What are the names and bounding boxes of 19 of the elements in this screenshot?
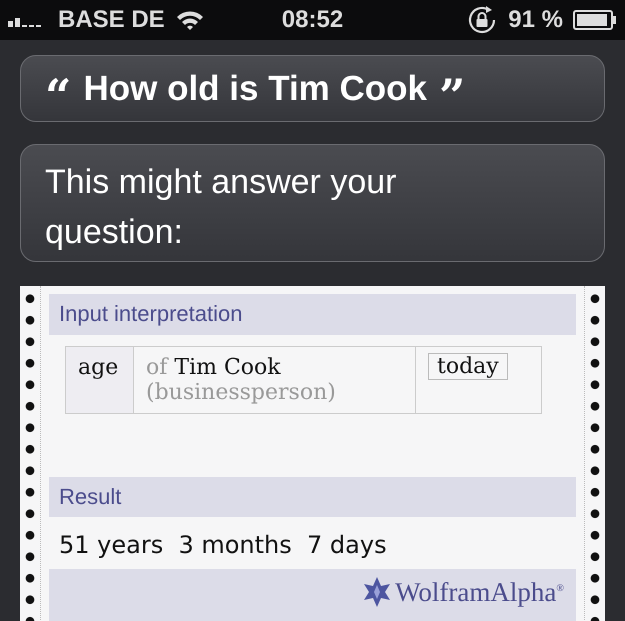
battery-percent: 91 % [508,6,563,34]
section-title: Input interpretation [59,301,242,328]
query-text: How old is Tim Cook [83,68,428,108]
cell-name: Tim Cook [174,354,281,380]
battery-icon [572,10,617,30]
date-tag: today [428,352,508,380]
carrier-name: BASE DE [58,6,165,34]
cell-prefix: of [146,354,168,380]
section-title: Result [59,484,122,510]
open-quote: “ [45,72,72,118]
table-cell: age [78,354,118,380]
wifi-icon [174,9,205,31]
close-quote: ” [439,72,466,118]
result-text: 51 years 3 months 7 days [59,531,388,559]
clock-time: 08:52 [282,6,344,34]
cell-note: (businessperson) [146,380,337,404]
brand-name: WolframAlpha$^{®}$ [395,577,564,608]
reply-text: This might answer your question: [45,162,398,253]
star-logo-icon [362,577,392,607]
